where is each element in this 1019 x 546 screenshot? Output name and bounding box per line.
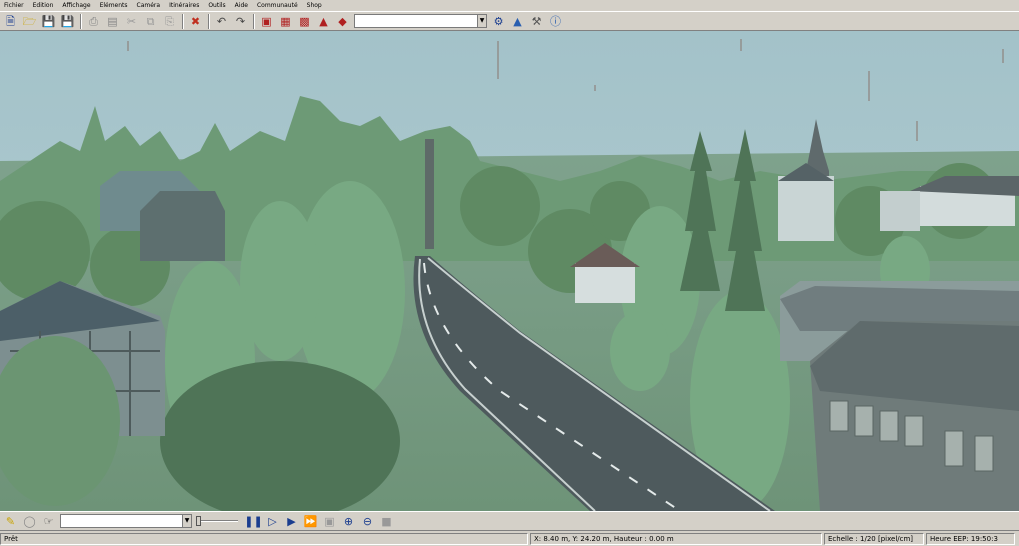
pause-icon[interactable]: ❚❚ — [244, 514, 262, 529]
menu-edition[interactable]: Edition — [33, 1, 54, 11]
zoom-in-icon[interactable]: ⊕ — [341, 514, 356, 529]
menu-elements[interactable]: Eléments — [100, 1, 128, 11]
layout-icon[interactable]: ◆ — [335, 14, 350, 29]
slider-thumb[interactable] — [196, 516, 201, 526]
bottom-toolbar: ✎ ◯ ☞ ▼ ❚❚ ▷ ▶ ⏩ ▣ ⊕ ⊖ ■ — [0, 511, 1019, 531]
menu-outils[interactable]: Outils — [208, 1, 225, 11]
copy-icon[interactable]: ⧉ — [143, 14, 158, 29]
menu-itineraires[interactable]: Itinéraires — [169, 1, 199, 11]
chevron-down-icon[interactable]: ▼ — [182, 515, 191, 527]
view-select[interactable]: ▼ — [60, 514, 192, 528]
save-as-icon[interactable]: 💾 — [60, 14, 75, 29]
toolbar-separator — [182, 13, 184, 29]
lock-icon[interactable]: ■ — [379, 514, 394, 529]
print-icon[interactable]: ⎙ — [86, 14, 101, 29]
info-icon[interactable]: ⓘ — [548, 14, 563, 29]
lightbulb-icon[interactable]: ◯ — [22, 514, 37, 529]
toolbar-separator — [208, 13, 210, 29]
new-file-icon[interactable]: 🗎 — [3, 14, 18, 29]
cursor-icon[interactable]: ☞ — [41, 514, 56, 529]
status-scale: Echelle : 1/20 [pixel/cm] — [824, 533, 924, 545]
menu-bar: Fichier Edition Affichage Eléments Camér… — [0, 0, 1019, 11]
rail-editor-icon[interactable]: ▦ — [278, 14, 293, 29]
zoom-out-icon[interactable]: ⊖ — [360, 514, 375, 529]
eep-main-window: Fichier Edition Affichage Eléments Camér… — [0, 0, 1019, 546]
faster-forward-icon[interactable]: ⏩ — [303, 514, 318, 529]
speed-slider[interactable] — [196, 514, 238, 528]
layer-select[interactable]: ▼ — [354, 14, 487, 28]
tools-icon[interactable]: ⚒ — [529, 14, 544, 29]
paste-icon[interactable]: ⎘ — [162, 14, 177, 29]
record-icon[interactable]: ▣ — [322, 514, 337, 529]
train-editor-icon[interactable]: ▣ — [259, 14, 274, 29]
status-ready: Prêt — [0, 533, 528, 545]
main-toolbar: 🗎 🗁 💾 💾 ⎙ ▤ ✂ ⧉ ⎘ ✖ ↶ ↷ ▣ ▦ ▩ ▲ ◆ ▼ ⚙ ▲ … — [0, 11, 1019, 31]
village-scene — [0, 31, 1019, 511]
signal-editor-icon[interactable]: ▲ — [316, 14, 331, 29]
terrain-icon[interactable]: ▲ — [510, 14, 525, 29]
menu-camera[interactable]: Caméra — [137, 1, 161, 11]
save-icon[interactable]: 💾 — [41, 14, 56, 29]
open-folder-icon[interactable]: 🗁 — [22, 14, 37, 29]
road-editor-icon[interactable]: ▩ — [297, 14, 312, 29]
fast-forward-icon[interactable]: ▶ — [284, 514, 299, 529]
toolbar-separator — [80, 13, 82, 29]
status-time: Heure EEP: 19:50:3 — [926, 533, 1015, 545]
3d-viewport[interactable] — [0, 31, 1019, 511]
menu-affichage[interactable]: Affichage — [62, 1, 90, 11]
menu-communaute[interactable]: Communauté — [257, 1, 298, 11]
settings-icon[interactable]: ⚙ — [491, 14, 506, 29]
chevron-down-icon[interactable]: ▼ — [477, 15, 486, 27]
cut-icon[interactable]: ✂ — [124, 14, 139, 29]
play-icon[interactable]: ▷ — [265, 514, 280, 529]
delete-icon[interactable]: ✖ — [188, 14, 203, 29]
menu-shop[interactable]: Shop — [307, 1, 322, 11]
redo-icon[interactable]: ↷ — [233, 14, 248, 29]
undo-icon[interactable]: ↶ — [214, 14, 229, 29]
status-bar: Prêt X: 8.40 m, Y: 24.20 m, Hauteur : 0.… — [0, 532, 1019, 546]
page-setup-icon[interactable]: ▤ — [105, 14, 120, 29]
toolbar-separator — [253, 13, 255, 29]
edit-icon[interactable]: ✎ — [3, 514, 18, 529]
menu-fichier[interactable]: Fichier — [4, 1, 24, 11]
slider-track — [196, 520, 238, 522]
status-coordinates: X: 8.40 m, Y: 24.20 m, Hauteur : 0.00 m — [530, 533, 822, 545]
menu-aide[interactable]: Aide — [235, 1, 248, 11]
